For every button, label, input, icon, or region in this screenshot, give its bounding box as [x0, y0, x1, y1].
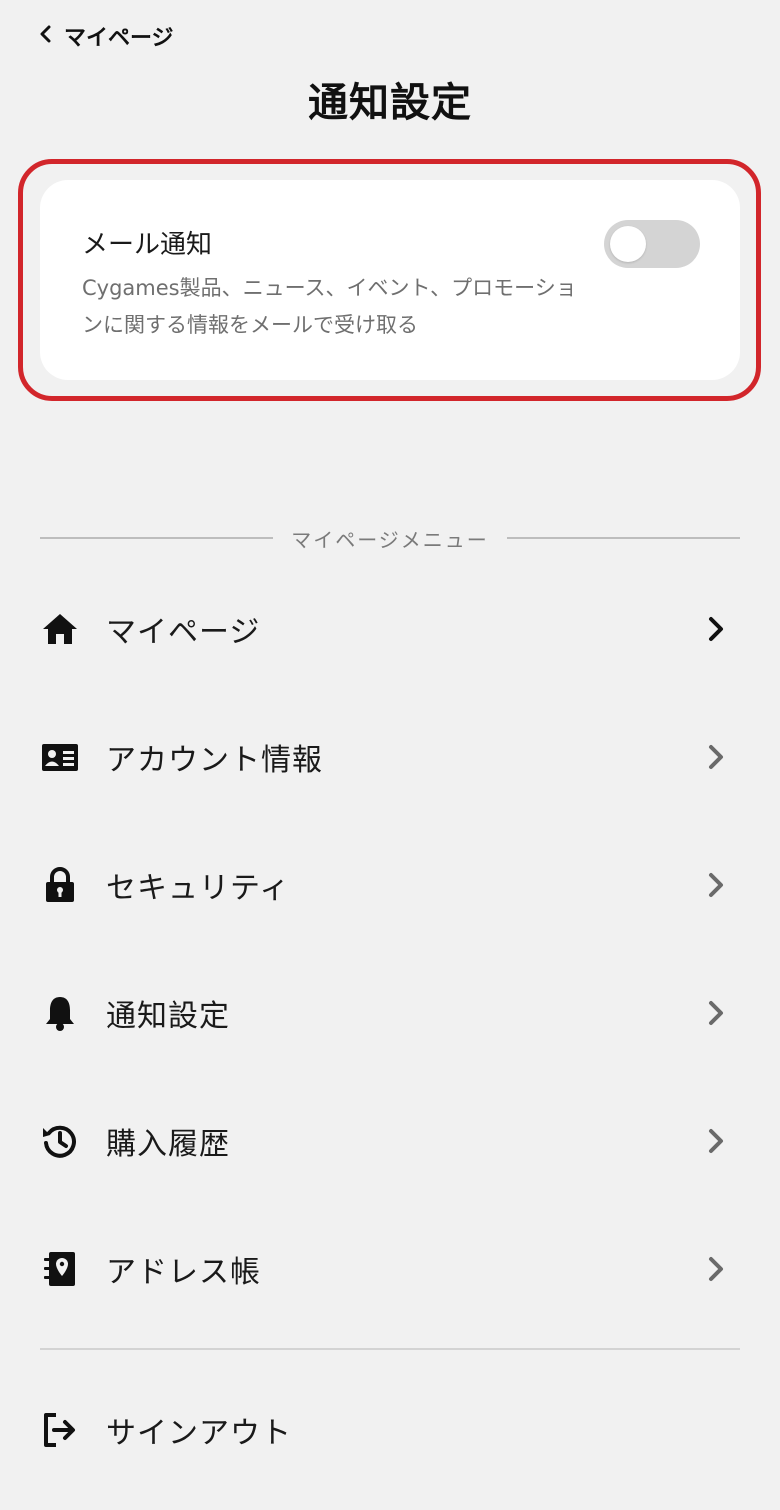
toggle-knob	[610, 226, 646, 262]
id-card-icon	[40, 733, 88, 781]
chevron-right-icon	[706, 1127, 726, 1155]
page-title: 通知設定	[308, 80, 472, 126]
sign-out-label: サインアウト	[106, 1416, 292, 1451]
menu-separator	[40, 1348, 740, 1350]
email-notification-card: メール通知 Cygames製品、ニュース、イベント、プロモーションに関する情報を…	[40, 180, 740, 380]
mypage-menu-divider: マイページメニュー	[40, 524, 741, 552]
menu-item-purchase-history[interactable]: 購入履歴	[40, 1096, 740, 1186]
notification-settings-page: マイページ 通知設定 メール通知 Cygames製品、ニュース、イベント、プロモ…	[0, 0, 780, 1510]
history-icon	[40, 1117, 88, 1165]
menu-item-label: アドレス帳	[106, 1255, 261, 1290]
chevron-right-icon	[706, 871, 726, 899]
lock-icon	[40, 861, 88, 909]
menu-item-label: 購入履歴	[106, 1127, 230, 1162]
menu-item-address-book[interactable]: アドレス帳	[40, 1224, 740, 1314]
menu-item-mypage[interactable]: マイページ	[40, 584, 740, 674]
chevron-right-icon	[706, 743, 726, 771]
chevron-right-icon	[706, 1255, 726, 1283]
divider-line	[506, 537, 741, 539]
chevron-left-icon	[38, 24, 54, 49]
menu-item-account-info[interactable]: アカウント情報	[40, 712, 740, 802]
menu-item-label: アカウント情報	[106, 743, 323, 778]
chevron-right-icon	[706, 999, 726, 1027]
back-to-mypage-link[interactable]: マイページ	[38, 20, 174, 52]
menu-item-label: マイページ	[106, 615, 261, 650]
chevron-right-icon	[706, 615, 726, 643]
bell-icon	[40, 989, 88, 1037]
sign-out-button[interactable]: サインアウト	[40, 1385, 740, 1475]
sign-out-icon	[40, 1406, 88, 1454]
address-book-icon	[40, 1245, 88, 1293]
back-link-label: マイページ	[64, 26, 174, 51]
menu-item-label: セキュリティ	[106, 871, 291, 906]
email-notification-description: Cygames製品、ニュース、イベント、プロモーションに関する情報をメールで受け…	[82, 276, 577, 337]
menu-item-security[interactable]: セキュリティ	[40, 840, 740, 930]
menu-item-notification-settings[interactable]: 通知設定	[40, 968, 740, 1058]
home-icon	[40, 605, 88, 653]
menu-item-label: 通知設定	[106, 999, 230, 1034]
divider-line	[40, 537, 274, 539]
email-notification-title: メール通知	[82, 230, 213, 260]
mypage-menu-heading: マイページメニュー	[291, 527, 489, 552]
email-notification-toggle[interactable]	[604, 220, 700, 268]
